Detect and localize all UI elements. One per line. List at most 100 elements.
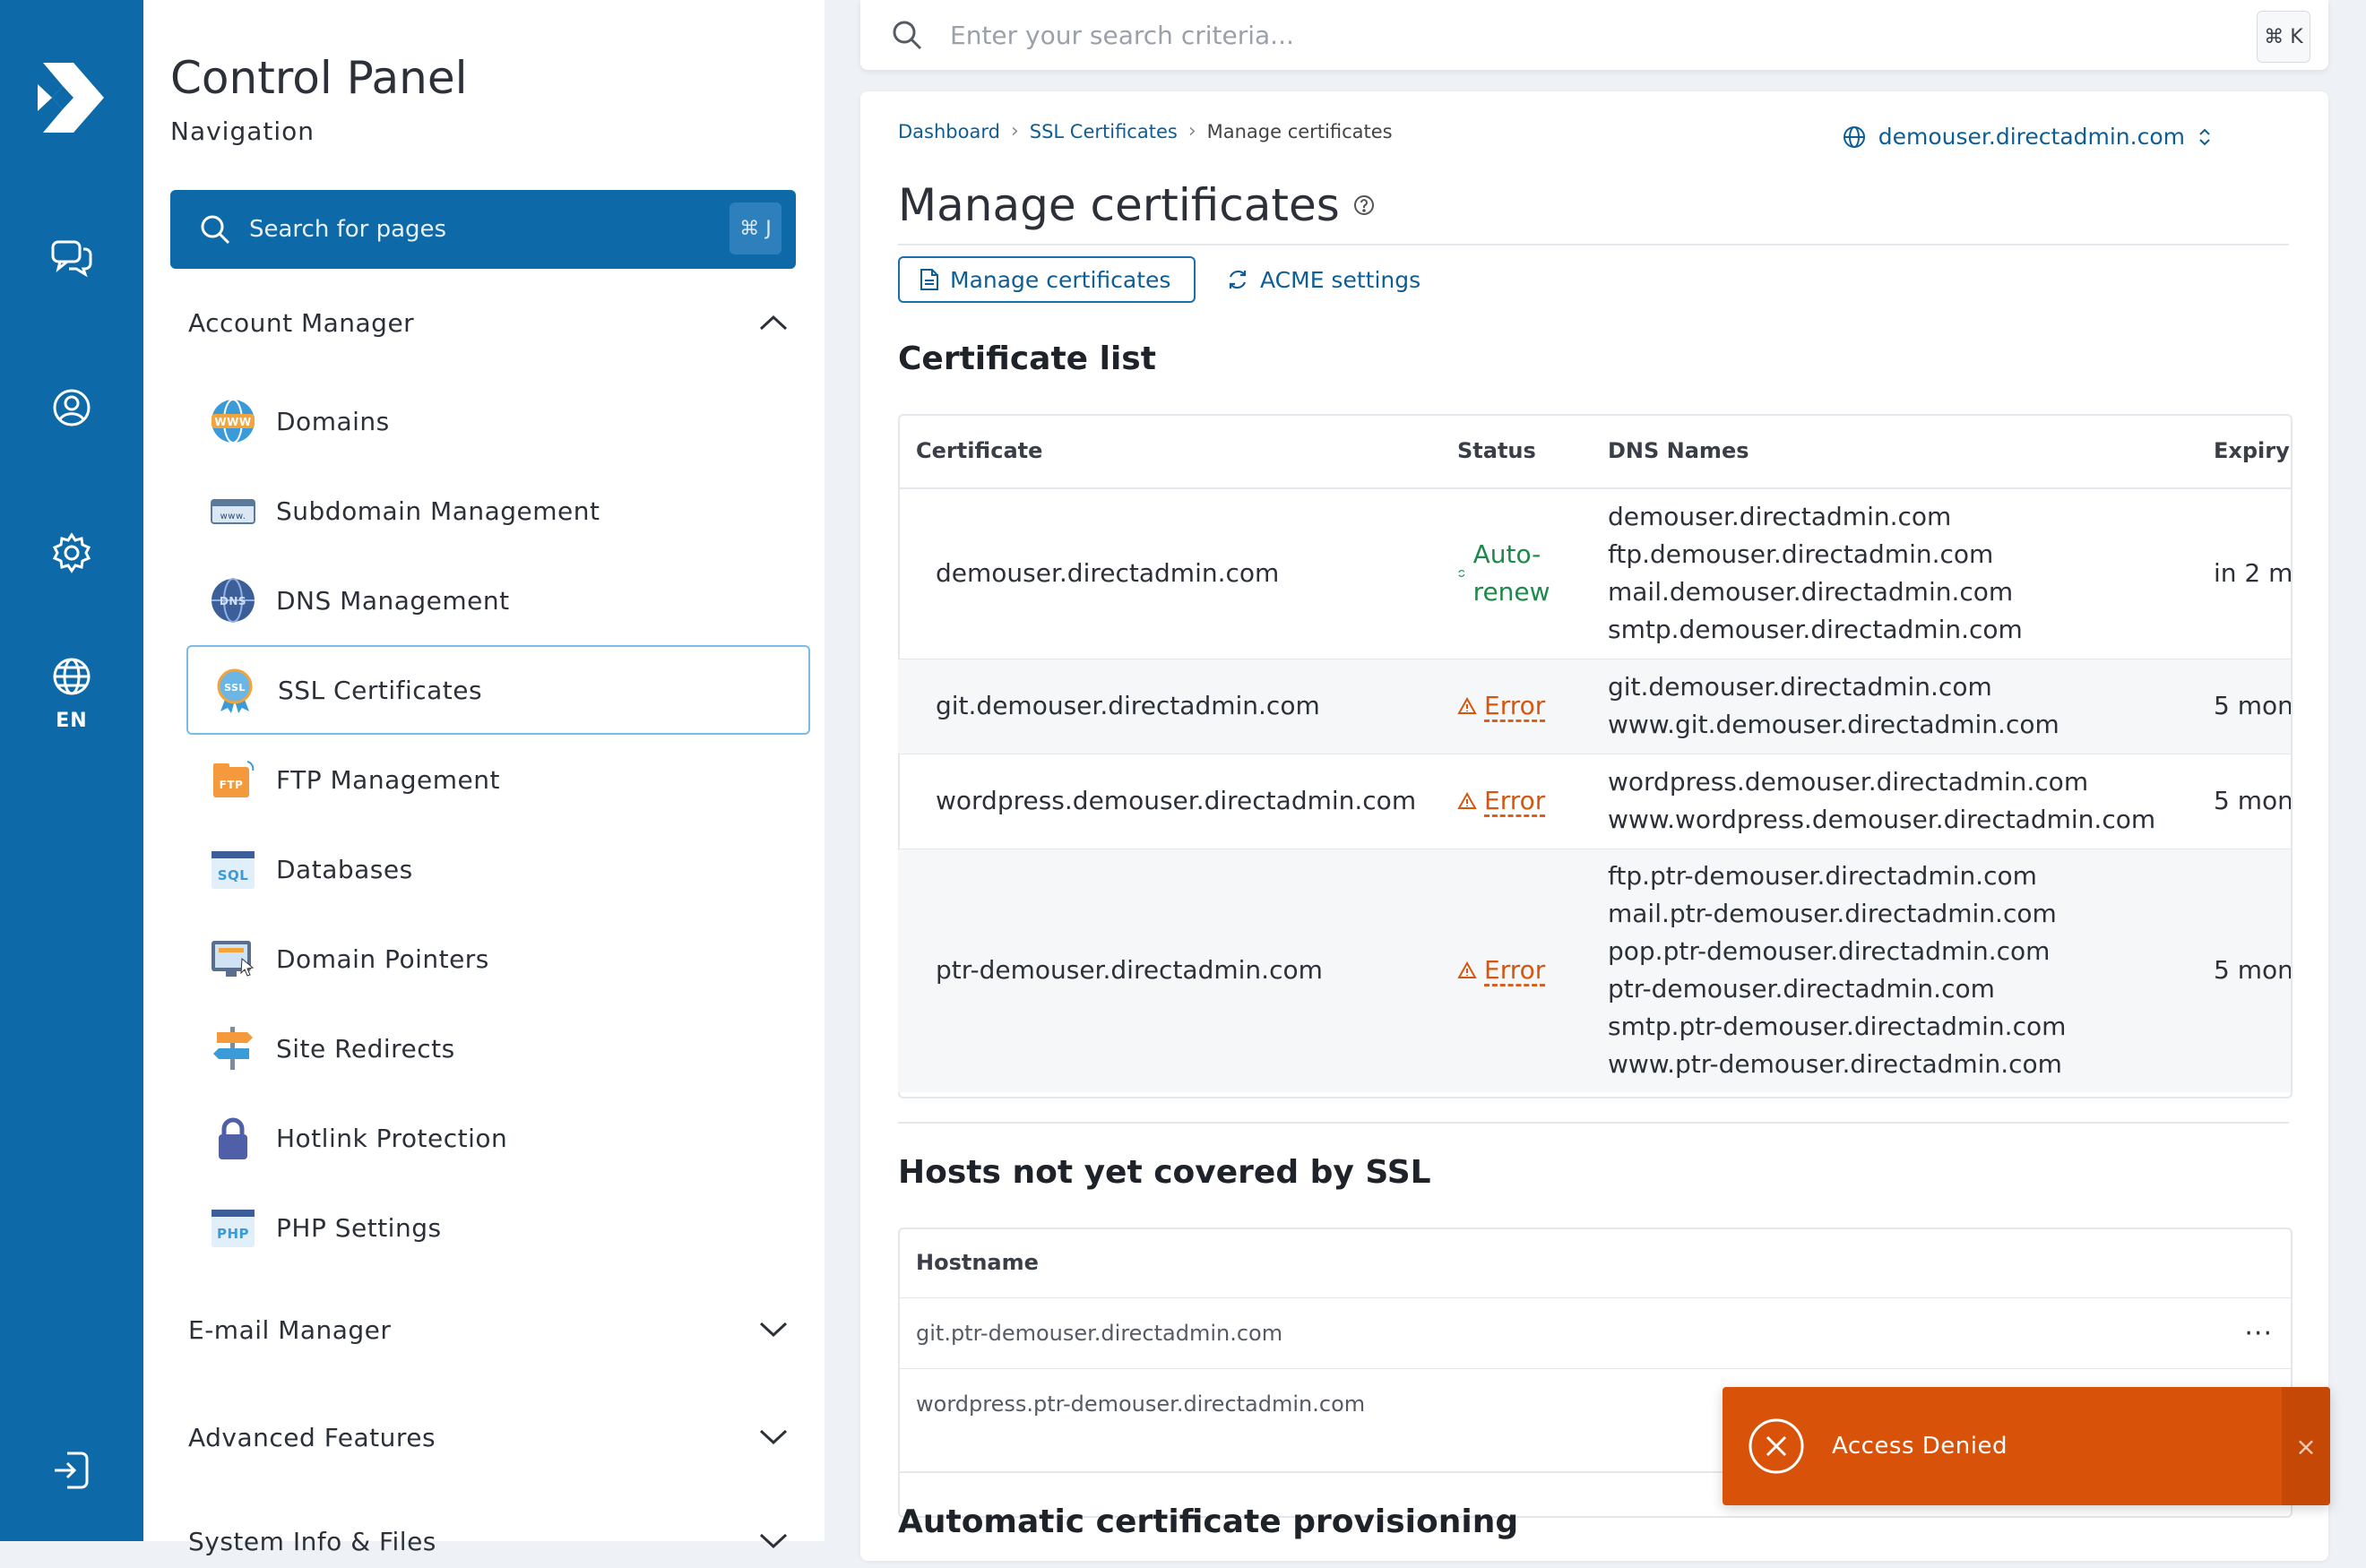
user-icon[interactable] [49,385,94,430]
error-toast: Access Denied × [1723,1387,2330,1505]
status-text: Error [1484,691,1546,720]
nav-item-hotlink-protection[interactable]: Hotlink Protection [186,1093,810,1183]
dns-name: demouser.directadmin.com [1608,502,1952,532]
logout-icon[interactable] [49,1448,94,1493]
dns-name: ftp.ptr-demouser.directadmin.com [1608,861,2037,892]
breadcrumb-dashboard[interactable]: Dashboard [898,121,1000,142]
nav-item-databases[interactable]: SQL Databases [186,824,810,914]
certificate-table: Certificate Status DNS Names Expiry demo… [898,414,2291,1092]
column-header[interactable]: Hostname [898,1228,2201,1298]
nav-item-ssl-certificates[interactable]: SSL SSL Certificates [186,645,810,735]
ftp-folder-icon: FTP [213,761,255,797]
table-row[interactable]: wordpress.demouser.directadmin.com Error… [898,753,2291,849]
column-header[interactable]: Expiry [2196,414,2291,489]
table-row[interactable]: git.demouser.directadmin.com Error git.d… [898,658,2291,754]
row-actions-button[interactable]: ··· [2201,1297,2291,1369]
toast-close-button[interactable]: × [2282,1387,2330,1505]
dns-name: mail.ptr-demouser.directadmin.com [1608,899,2057,929]
status-badge[interactable]: Error [1457,782,1572,820]
tab-manage-certificates[interactable]: Manage certificates [898,256,1196,303]
dns-name: www.ptr-demouser.directadmin.com [1608,1049,2062,1080]
domain-selector[interactable]: demouser.directadmin.com [1843,124,2212,150]
group-advanced-features[interactable]: Advanced Features [188,1410,789,1464]
tab-label: Manage certificates [950,266,1171,293]
nav-item-label: Domains [276,406,390,436]
domain-pointer-icon [212,941,255,977]
breadcrumb-ssl-certificates[interactable]: SSL Certificates [1030,121,1178,142]
status-badge[interactable]: Error [1457,952,1572,989]
chevron-down-icon [759,1533,788,1549]
dns-name: www.git.demouser.directadmin.com [1608,710,2059,739]
nav-item-domains[interactable]: WWW Domains [186,376,810,466]
divider [898,1122,2289,1124]
nav-item-php-settings[interactable]: PHP PHP Settings [186,1183,810,1272]
certificate-name: git.demouser.directadmin.com [898,658,1439,754]
warning-icon [1457,792,1477,809]
nav-item-label: DNS Management [276,585,510,616]
dns-name: mail.demouser.directadmin.com [1608,577,2014,607]
svg-text:SSL: SSL [224,682,246,694]
column-header[interactable]: Status [1439,414,1590,489]
expiry-cell: 5 months ago [2196,848,2291,1092]
php-icon: PHP [212,1210,255,1247]
status-cell: Error [1439,753,1590,849]
help-icon[interactable] [1352,194,1376,217]
table-header-row: Certificate Status DNS Names Expiry [898,414,2291,489]
expiry-cell: in 2 months [2196,487,2291,659]
group-email-manager[interactable]: E-mail Manager [188,1303,789,1357]
error-circle-icon [1749,1418,1804,1474]
tab-acme-settings[interactable]: ACME settings [1206,256,1440,303]
provisioning-section-title: Automatic certificate provisioning [898,1503,1519,1540]
nav-item-label: Hotlink Protection [276,1123,508,1153]
nav-item-domain-pointers[interactable]: Domain Pointers [186,914,810,1004]
certificate-name: demouser.directadmin.com [898,487,1439,659]
global-search-shortcut: ⌘ K [2257,11,2310,63]
table-row[interactable]: ptr-demouser.directadmin.com Error ftp.p… [898,848,2291,1092]
nav-item-label: Site Redirects [276,1033,455,1064]
group-system-info-files[interactable]: System Info & Files [188,1514,789,1568]
column-header[interactable]: Certificate [898,414,1439,489]
nav-item-label: Domain Pointers [276,943,489,974]
chat-icon[interactable] [49,235,94,280]
document-icon [920,269,938,290]
subdomain-icon: www. [211,499,255,524]
group-label: System Info & Files [188,1526,436,1556]
chevron-down-icon [759,1322,788,1338]
globe-icon[interactable] [49,654,94,699]
global-search-bar[interactable]: Enter your search criteria... ⌘ K [860,0,2328,70]
nav-item-label: SSL Certificates [278,675,483,705]
search-icon [201,215,230,245]
nav-item-subdomain-management[interactable]: www. Subdomain Management [186,466,810,556]
column-header [2201,1228,2291,1298]
global-search-placeholder: Enter your search criteria... [950,20,1294,50]
navigation-panel: Control Panel Navigation Search for page… [143,0,825,1556]
status-badge: Auto-renew [1457,536,1572,611]
nav-item-site-redirects[interactable]: Site Redirects [186,1004,810,1093]
page-search-button[interactable]: Search for pages ⌘ J [170,190,796,269]
group-account-manager[interactable]: Account Manager [188,296,789,349]
globe-icon [1843,125,1865,148]
search-icon [893,21,922,50]
table-row[interactable]: git.ptr-demouser.directadmin.com ··· [898,1297,2291,1369]
refresh-icon [1229,270,1247,289]
gear-icon[interactable] [49,530,94,575]
expiry-cell: 5 months ago [2196,753,2291,849]
language-label[interactable]: EN [0,710,143,732]
column-header[interactable]: DNS Names [1590,414,2196,489]
toast-message: Access Denied [1832,1433,2008,1460]
search-shortcut: ⌘ J [730,202,781,254]
status-badge[interactable]: Error [1457,687,1572,725]
directadmin-logo[interactable] [36,57,108,138]
status-cell: Error [1439,658,1590,754]
warning-icon [1457,961,1477,979]
dns-names-cell: ftp.ptr-demouser.directadmin.com mail.pt… [1590,848,2196,1092]
table-row[interactable]: demouser.directadmin.com Auto-renew demo… [898,487,2291,659]
dns-name: ptr-demouser.directadmin.com [1608,974,1995,1004]
svg-text:FTP: FTP [220,779,244,791]
nav-item-dns-management[interactable]: DNS DNS Management [186,556,810,645]
chevron-down-icon [759,1429,788,1445]
main-content: Dashboard › SSL Certificates › Manage ce… [860,91,2328,1561]
tab-label: ACME settings [1260,266,1421,293]
dns-name: www.wordpress.demouser.directadmin.com [1608,805,2156,834]
nav-item-ftp-management[interactable]: FTP FTP Management [186,735,810,824]
